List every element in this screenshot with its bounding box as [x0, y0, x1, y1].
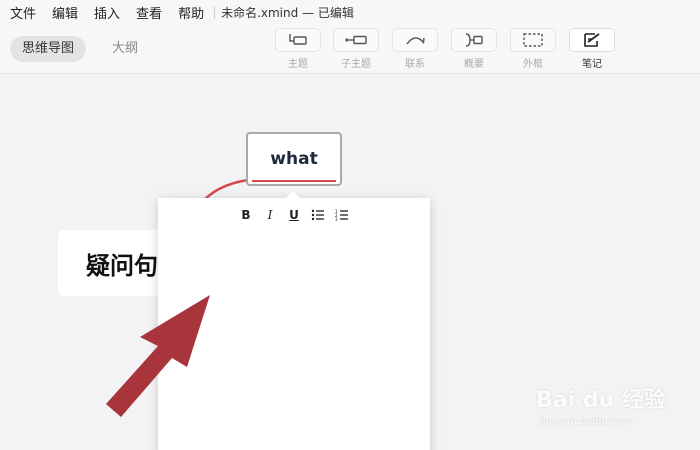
boundary-button[interactable]: [510, 28, 556, 52]
note-text-area[interactable]: [168, 232, 420, 448]
menu-bar: 文件 编辑 插入 查看 帮助 未命名.xmind — 已编辑: [0, 0, 700, 24]
title-separator: [214, 5, 216, 19]
boundary-icon: [523, 33, 543, 47]
watermark-logo-text: Bai du 经验: [536, 388, 666, 413]
topic-label: 主题: [288, 59, 308, 70]
menu-view[interactable]: 查看: [136, 3, 162, 22]
menu-help[interactable]: 帮助: [178, 3, 204, 22]
boundary-label: 外框: [523, 59, 543, 70]
topic-what-text: what: [270, 149, 318, 169]
topic-what[interactable]: what: [246, 132, 342, 186]
relationship-button[interactable]: [392, 28, 438, 52]
document-title: 未命名.xmind — 已编辑: [221, 5, 354, 20]
italic-button[interactable]: I: [263, 208, 277, 222]
topic-button[interactable]: [275, 28, 321, 52]
relationship-label: 联系: [405, 59, 425, 70]
relationship-tool[interactable]: 联系: [391, 28, 439, 72]
note-editor-popup[interactable]: B I U 1 2 3: [158, 191, 430, 450]
summary-icon: [465, 33, 483, 47]
watermark-url: jingyan.baidu.com: [540, 416, 633, 427]
baidu-watermark: Bai du 经验 jingyan.baidu.com: [536, 372, 696, 442]
menu-file[interactable]: 文件: [10, 3, 36, 22]
notes-tool[interactable]: 笔记: [568, 28, 616, 72]
note-popup-caret: [286, 191, 300, 198]
menu-edit[interactable]: 编辑: [52, 3, 78, 22]
notes-button[interactable]: [569, 28, 615, 52]
bullet-list-icon[interactable]: [311, 209, 325, 221]
note-format-toolbar: B I U 1 2 3: [158, 206, 430, 224]
subtopic-label: 子主题: [341, 59, 371, 70]
menu-insert[interactable]: 插入: [94, 3, 120, 22]
numbered-list-icon[interactable]: 1 2 3: [335, 209, 349, 221]
subtopic-tool[interactable]: 子主题: [332, 28, 380, 72]
summary-label: 概要: [464, 59, 484, 70]
topic-question-text: 疑问句: [86, 251, 158, 280]
summary-tool[interactable]: 概要: [450, 28, 498, 72]
toolbar: 思维导图 大纲 主题 子主题 联系 概要 外框 笔记: [0, 24, 700, 74]
topic-icon: [289, 34, 307, 45]
underline-button[interactable]: U: [287, 208, 301, 222]
summary-button[interactable]: [451, 28, 497, 52]
subtopic-icon: [345, 35, 367, 45]
notes-label: 笔记: [582, 59, 602, 70]
note-edit-icon: [584, 33, 600, 47]
relationship-icon: [406, 37, 425, 45]
boundary-tool[interactable]: 外框: [509, 28, 557, 72]
topic-what-underline: [252, 180, 336, 182]
subtopic-button[interactable]: [333, 28, 379, 52]
tab-outline[interactable]: 大纲: [100, 36, 150, 62]
svg-text:3: 3: [335, 217, 338, 221]
bold-button[interactable]: B: [239, 208, 253, 222]
tab-mindmap[interactable]: 思维导图: [10, 36, 87, 62]
topic-tool[interactable]: 主题: [274, 28, 322, 72]
